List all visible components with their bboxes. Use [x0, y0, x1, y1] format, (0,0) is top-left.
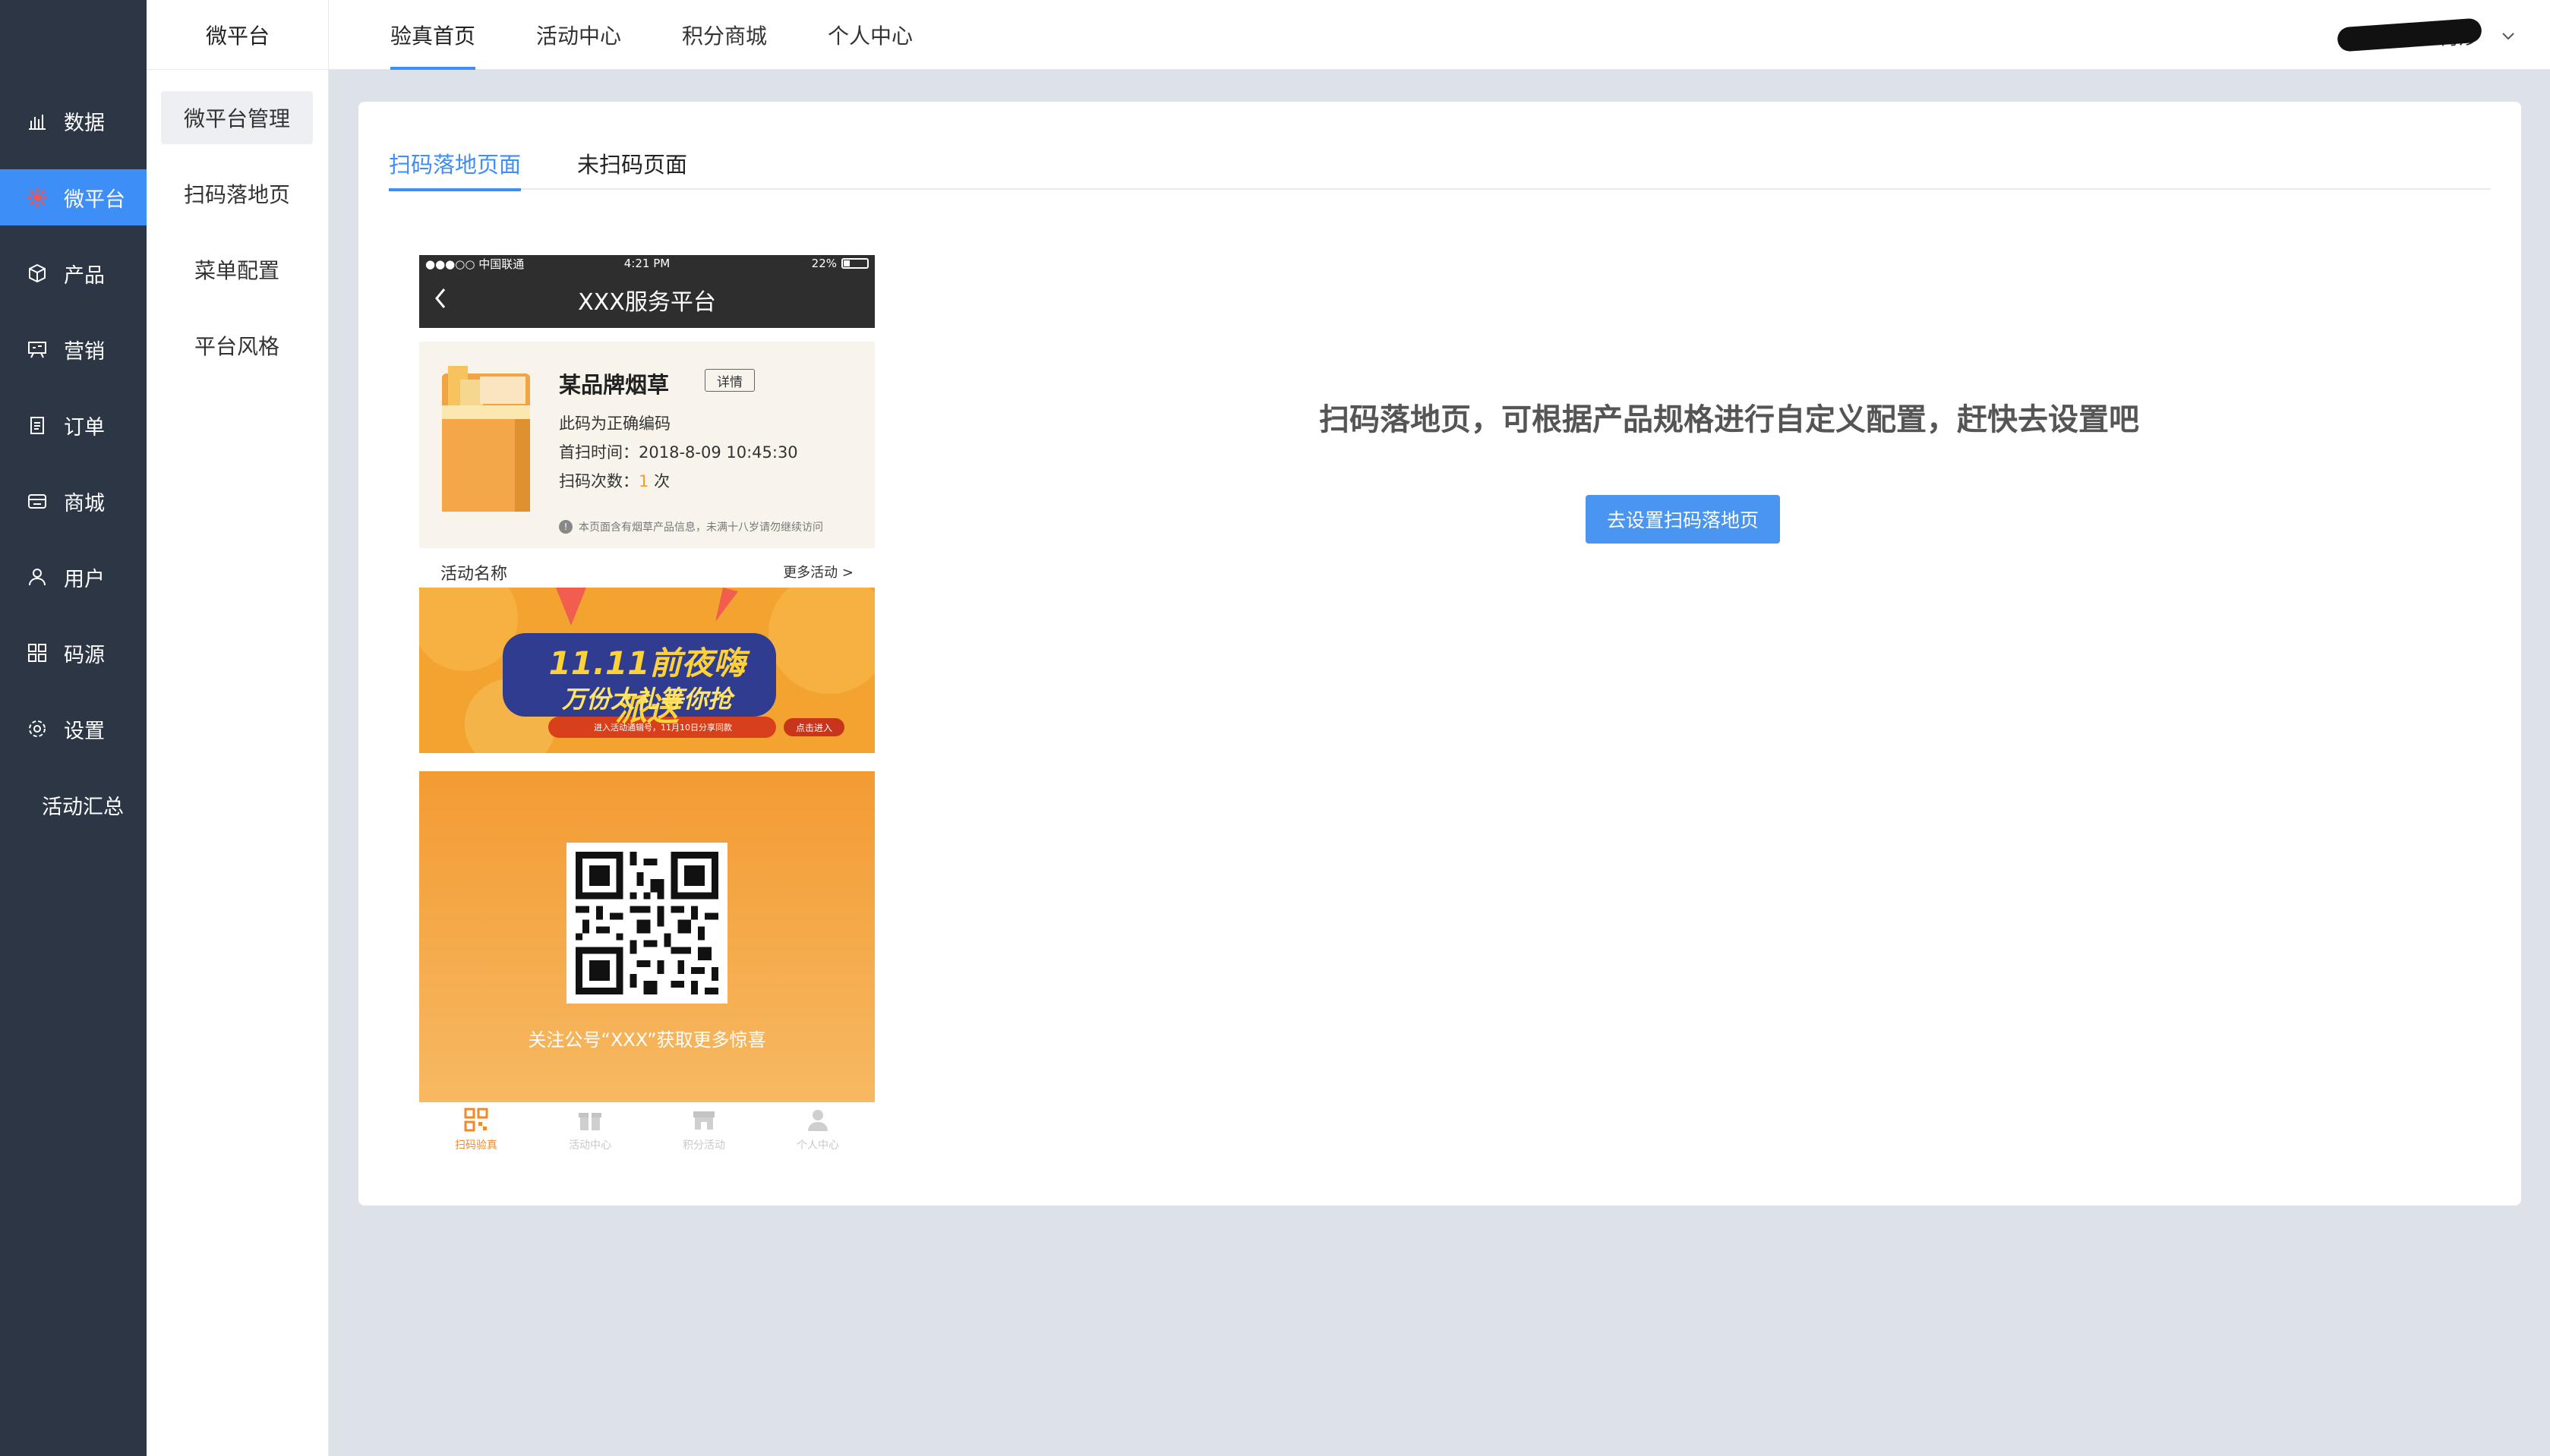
first-scan-row: 首扫时间：2018-8-09 10:45:30 — [559, 440, 798, 463]
gear-icon — [26, 717, 49, 740]
status-time: 4:21 PM — [623, 257, 671, 270]
sidebar-item-data[interactable]: 数据 — [0, 93, 147, 149]
sidebar-item-settings[interactable]: 设置 — [0, 701, 147, 757]
age-notice-text: 本页面含有烟草产品信息，未满十八岁请勿继续访问 — [579, 522, 823, 534]
sidebar-item-label: 订单 — [64, 415, 105, 440]
qr-code — [566, 843, 727, 1004]
code-status: 此码为正确编码 — [559, 414, 671, 433]
bottom-nav-points[interactable]: 积分活动 — [647, 1107, 761, 1152]
main-card: 扫码落地页面 未扫码页面 ●●●○○ 中国联通 4:21 PM 22% XXX服… — [358, 102, 2521, 1205]
activity-name: 活动名称 — [440, 565, 508, 584]
battery-icon — [841, 258, 869, 269]
sidebar-item-label: 营销 — [64, 339, 105, 364]
tab-verify-home[interactable]: 验真首页 — [390, 0, 476, 70]
flower-icon — [26, 186, 49, 209]
phone-status-bar: ●●●○○ 中国联通 4:21 PM 22% — [419, 255, 875, 272]
billboard-icon — [26, 338, 49, 361]
sidebar-item-label: 产品 — [64, 263, 105, 288]
sidebar-item-activity-summary[interactable]: 活动汇总 — [0, 777, 147, 833]
more-activities-link[interactable]: 更多活动 > — [783, 562, 854, 581]
back-arrow-icon[interactable] — [433, 285, 448, 317]
activity-header: 活动名称 更多活动 > — [419, 553, 875, 588]
product-image — [442, 366, 530, 512]
secondary-menu: 微平台 微平台管理 扫码落地页 菜单配置 平台风格 — [147, 0, 329, 1456]
phone-preview: ●●●○○ 中国联通 4:21 PM 22% XXX服务平台 某品牌烟草 详情 … — [419, 255, 875, 1166]
sidebar-item-products[interactable]: 产品 — [0, 245, 147, 301]
clipboard-icon — [26, 414, 49, 436]
sidebar-item-label: 活动汇总 — [42, 795, 124, 819]
age-notice: ! 本页面含有烟草产品信息，未满十八岁请勿继续访问 — [559, 519, 823, 534]
scan-count-value: 1 — [639, 472, 649, 490]
qr-section: 关注公号“XXX”获取更多惊喜 — [419, 771, 875, 1102]
submenu-item-platform-style[interactable]: 平台风格 — [161, 319, 313, 372]
sidebar-item-label: 码源 — [64, 643, 105, 667]
bottom-nav-label: 扫码验真 — [455, 1139, 497, 1152]
sidebar-item-label: 设置 — [64, 719, 105, 743]
phone-nav-bar: XXX服务平台 — [419, 272, 875, 328]
detail-button[interactable]: 详情 — [705, 369, 755, 392]
user-icon — [26, 566, 49, 588]
submenu-item-scan-landing[interactable]: 扫码落地页 — [161, 167, 313, 220]
store-icon — [26, 490, 49, 512]
first-scan-label: 首扫时间： — [559, 443, 639, 462]
phone-title: XXX服务平台 — [578, 289, 716, 316]
sidebar-item-label: 微平台 — [64, 188, 125, 212]
page-headline: 扫码落地页，可根据产品规格进行自定义配置，赶快去设置吧 — [1319, 402, 2139, 437]
page-tabs: 扫码落地页面 未扫码页面 — [389, 144, 2491, 191]
scan-count-label: 扫码次数： — [559, 472, 639, 490]
shop-icon — [691, 1107, 717, 1133]
sidebar-item-mall[interactable]: 商城 — [0, 473, 147, 529]
tab-activity-center[interactable]: 活动中心 — [536, 0, 621, 70]
battery-percent: 22% — [811, 257, 837, 270]
sidebar-item-orders[interactable]: 订单 — [0, 397, 147, 453]
setup-landing-page-button[interactable]: 去设置扫码落地页 — [1586, 495, 1780, 544]
bar-chart-icon — [26, 109, 49, 132]
grid-icon — [26, 641, 49, 664]
qr-caption: 关注公号“XXX”获取更多惊喜 — [528, 1029, 766, 1051]
submenu-title: 微平台 — [147, 0, 329, 70]
banner-enter-button[interactable]: 点击进入 — [784, 721, 844, 734]
bottom-nav-label: 活动中心 — [569, 1139, 611, 1152]
product-name: 某品牌烟草 — [559, 372, 670, 398]
qr-scan-icon — [463, 1107, 489, 1133]
bottom-nav-activity-center[interactable]: 活动中心 — [533, 1107, 647, 1152]
main-sidebar: 数据 微平台 产品 营销 订单 商城 用户 码源 设置 活动汇总 — [0, 0, 147, 1456]
submenu-item-menu-config[interactable]: 菜单配置 — [161, 243, 313, 296]
user-menu[interactable]: 再炒 — [2337, 17, 2520, 55]
top-nav-bar: 验真首页 活动中心 积分商城 个人中心 再炒 — [329, 0, 2550, 70]
sidebar-item-users[interactable]: 用户 — [0, 549, 147, 605]
gift-icon — [577, 1107, 603, 1133]
cube-icon — [26, 262, 49, 285]
bottom-nav-label: 个人中心 — [797, 1139, 839, 1152]
sidebar-item-marketing[interactable]: 营销 — [0, 321, 147, 377]
bottom-nav-label: 积分活动 — [683, 1139, 725, 1152]
person-icon — [805, 1107, 831, 1133]
bottom-nav-personal[interactable]: 个人中心 — [761, 1107, 875, 1152]
sidebar-item-label: 数据 — [64, 111, 105, 135]
tab-scan-landing-page[interactable]: 扫码落地页面 — [389, 144, 522, 191]
tab-personal-center[interactable]: 个人中心 — [828, 0, 913, 70]
activity-banner[interactable]: 11.11前夜嗨派送 万份大礼等你抢 进入活动通辑号，11月10日分享同款 点击… — [419, 588, 875, 753]
scan-count-row: 扫码次数：1 次 — [559, 469, 670, 492]
sidebar-item-micro-platform[interactable]: 微平台 — [0, 169, 147, 225]
tab-points-mall[interactable]: 积分商城 — [682, 0, 767, 70]
sidebar-item-label: 商城 — [64, 491, 105, 515]
sidebar-item-code-source[interactable]: 码源 — [0, 625, 147, 681]
banner-line2: 万份大礼等你抢 — [561, 685, 732, 714]
chevron-down-icon — [2497, 24, 2520, 47]
submenu-item-platform-management[interactable]: 微平台管理 — [161, 91, 313, 144]
product-card: 某品牌烟草 详情 此码为正确编码 首扫时间：2018-8-09 10:45:30… — [419, 342, 875, 548]
sidebar-item-label: 用户 — [64, 567, 105, 591]
bottom-nav-scan-verify[interactable]: 扫码验真 — [419, 1107, 533, 1152]
info-icon: ! — [559, 520, 573, 534]
tab-unscanned-page[interactable]: 未扫码页面 — [577, 144, 687, 190]
phone-bottom-nav: 扫码验真 活动中心 积分活动 个人中心 — [419, 1102, 875, 1166]
banner-subtext: 进入活动通辑号，11月10日分享同款 — [594, 723, 732, 733]
scan-count-unit: 次 — [654, 472, 671, 490]
first-scan-value: 2018-8-09 10:45:30 — [639, 443, 798, 462]
status-right: 22% — [812, 257, 869, 270]
